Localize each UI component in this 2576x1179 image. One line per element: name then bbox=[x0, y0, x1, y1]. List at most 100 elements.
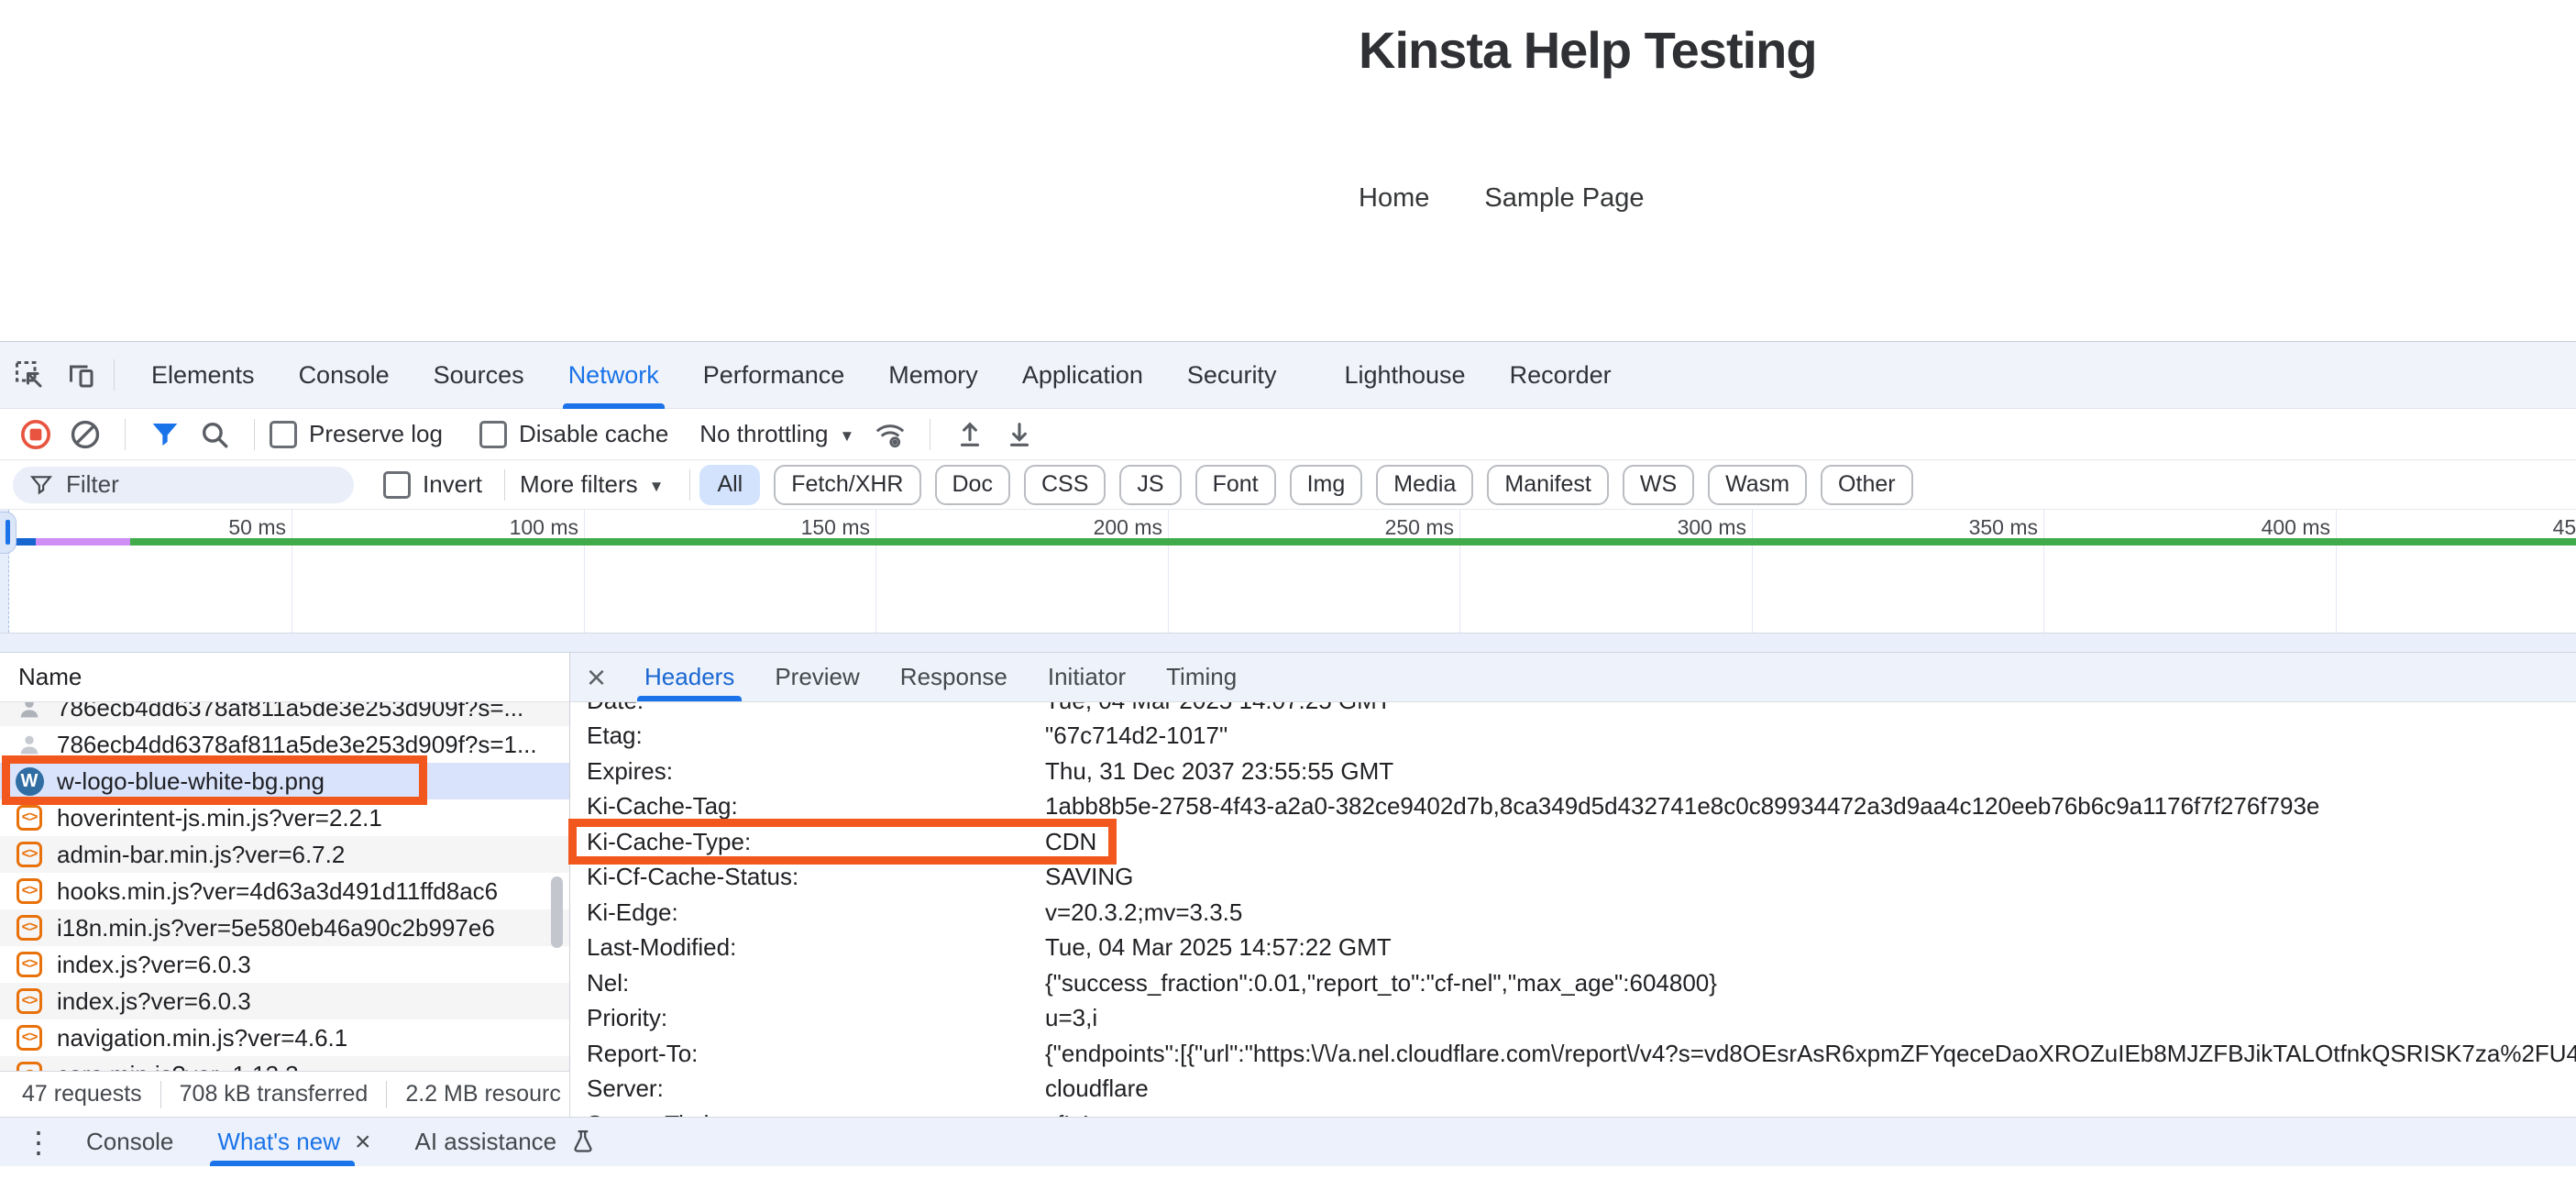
nav-home-link[interactable]: Home bbox=[1359, 183, 1429, 214]
filter-type-media[interactable]: Media bbox=[1376, 464, 1474, 505]
request-row[interactable]: <> navigation.min.js?ver=4.6.1 bbox=[0, 1019, 569, 1056]
active-tab-underline bbox=[562, 402, 665, 409]
header-name: Etag: bbox=[587, 721, 643, 749]
devtools-tab-recorder[interactable]: Recorder bbox=[1488, 342, 1634, 409]
export-har-icon[interactable] bbox=[1001, 416, 1038, 453]
request-name: navigation.min.js?ver=4.6.1 bbox=[57, 1023, 348, 1052]
filter-type-font[interactable]: Font bbox=[1194, 464, 1276, 505]
close-whats-new-icon[interactable]: × bbox=[355, 1127, 371, 1158]
devtools-tab-memory[interactable]: Memory bbox=[866, 342, 1000, 409]
drawer-tab-ai-assistance[interactable]: AI assistance bbox=[415, 1118, 598, 1166]
import-har-icon[interactable] bbox=[952, 416, 988, 453]
request-name: hooks.min.js?ver=4d63a3d491d11ffd8ac6 bbox=[57, 876, 499, 905]
devtools-tab-application[interactable]: Application bbox=[1000, 342, 1165, 409]
invert-label: Invert bbox=[423, 470, 483, 498]
devtools-tab-lighthouse[interactable]: Lighthouse bbox=[1322, 342, 1487, 409]
resources-size: 2.2 MB resourc bbox=[405, 1081, 561, 1107]
devtools-tab-console[interactable]: Console bbox=[277, 342, 412, 409]
device-toolbar-icon[interactable] bbox=[62, 357, 99, 393]
tab-label: Network bbox=[567, 360, 659, 389]
timeline-tick-label: 250 ms bbox=[1384, 515, 1454, 539]
request-row[interactable]: <> core.min.js?ver=1.13.3 bbox=[0, 1056, 569, 1071]
request-row-clipped[interactable]: 786ecb4dd6378af811a5de3e253d909f?s=... bbox=[0, 702, 569, 726]
network-overview-timeline[interactable]: 50 ms 100 ms 150 ms 200 ms 250 ms 300 ms… bbox=[0, 510, 2576, 634]
request-list-scrollbar[interactable] bbox=[551, 876, 563, 948]
devtools-tab-network[interactable]: Network bbox=[546, 342, 681, 409]
request-row[interactable]: <> admin-bar.min.js?ver=6.7.2 bbox=[0, 836, 569, 873]
tab-label: Application bbox=[1021, 360, 1143, 389]
details-tab-response[interactable]: Response bbox=[880, 653, 1028, 701]
script-file-icon: <> bbox=[15, 913, 44, 942]
filter-type-all[interactable]: All bbox=[699, 464, 761, 505]
clear-network-log-icon[interactable] bbox=[67, 416, 104, 453]
more-filters-button[interactable]: More filters bbox=[520, 470, 638, 499]
network-toolbar: Preserve log Disable cache No throttling… bbox=[0, 409, 2576, 460]
name-column-header[interactable]: Name bbox=[0, 653, 570, 702]
response-header-row: Priority: u=3,i bbox=[570, 999, 1097, 1036]
request-details-panel: × Headers Preview Response Initiator Tim… bbox=[570, 653, 2576, 1137]
devtools-tab-performance[interactable]: Performance bbox=[681, 342, 867, 409]
preserve-log-label: Preserve log bbox=[309, 420, 443, 447]
filter-type-fetch-xhr[interactable]: Fetch/XHR bbox=[774, 464, 921, 505]
devtools-tab-security[interactable]: Security bbox=[1165, 342, 1299, 409]
details-tab-headers[interactable]: Headers bbox=[624, 653, 754, 701]
request-row[interactable]: <> index.js?ver=6.0.3 bbox=[0, 946, 569, 983]
request-row[interactable]: <> index.js?ver=6.0.3 bbox=[0, 983, 569, 1019]
details-tab-initiator[interactable]: Initiator bbox=[1028, 653, 1146, 701]
request-row[interactable]: <> hooks.min.js?ver=4d63a3d491d11ffd8ac6 bbox=[0, 873, 569, 909]
header-value: {"success_fraction":0.01,"report_to":"cf… bbox=[1045, 968, 1717, 997]
timeline-tick-label: 50 ms bbox=[228, 515, 286, 539]
details-tab-timing[interactable]: Timing bbox=[1146, 653, 1257, 701]
filter-type-wasm[interactable]: Wasm bbox=[1708, 464, 1808, 505]
timeline-tick-label: 150 ms bbox=[800, 515, 870, 539]
throttling-select[interactable]: No throttling bbox=[699, 420, 828, 448]
drawer-menu-icon[interactable]: ⋮ bbox=[24, 1128, 53, 1157]
record-network-log-icon[interactable] bbox=[17, 416, 54, 453]
details-tab-preview[interactable]: Preview bbox=[754, 653, 879, 701]
filter-type-doc[interactable]: Doc bbox=[934, 464, 1010, 505]
drawer-tab-console[interactable]: Console bbox=[86, 1118, 173, 1166]
filmstrip-divider bbox=[0, 633, 2576, 653]
invert-checkbox[interactable] bbox=[383, 470, 411, 499]
requests-count: 47 requests bbox=[22, 1081, 142, 1107]
summary-separator bbox=[386, 1080, 388, 1108]
filter-type-css[interactable]: CSS bbox=[1023, 464, 1106, 505]
filter-icon[interactable] bbox=[147, 416, 183, 453]
devtools-tab-sources[interactable]: Sources bbox=[412, 342, 546, 409]
timeline-tick-label: 300 ms bbox=[1677, 515, 1746, 539]
timeline-gridline bbox=[1752, 510, 1753, 633]
overview-drag-handle[interactable] bbox=[0, 512, 17, 554]
name-column-label: Name bbox=[18, 663, 83, 690]
request-row[interactable]: <> i18n.min.js?ver=5e580eb46a90c2b997e6 bbox=[0, 909, 569, 946]
preserve-log-checkbox[interactable] bbox=[270, 420, 297, 448]
filter-input-pill[interactable] bbox=[13, 466, 354, 503]
devtools-tab-elements[interactable]: Elements bbox=[129, 342, 277, 409]
filter-type-ws[interactable]: WS bbox=[1622, 464, 1695, 505]
tab-label: Memory bbox=[888, 360, 978, 389]
timeline-tick-label: 450 ms bbox=[2552, 515, 2576, 539]
tabbar-separator bbox=[114, 359, 115, 391]
filter-type-manifest[interactable]: Manifest bbox=[1487, 464, 1609, 505]
disable-cache-checkbox[interactable] bbox=[479, 420, 507, 448]
drawer-tab-whats-new[interactable]: What's new × bbox=[210, 1118, 371, 1166]
nav-sample-page-link[interactable]: Sample Page bbox=[1484, 183, 1644, 214]
header-name: Report-To: bbox=[587, 1039, 699, 1067]
header-value: 1abb8b5e-2758-4f43-a2a0-382ce9402d7b,8ca… bbox=[1045, 791, 2320, 820]
filter-type-js[interactable]: JS bbox=[1119, 464, 1182, 505]
network-conditions-icon[interactable] bbox=[872, 416, 908, 453]
filter-type-img[interactable]: Img bbox=[1289, 464, 1363, 505]
annotation-box-ki-cache-type bbox=[568, 819, 1117, 865]
filter-input[interactable] bbox=[64, 469, 325, 500]
avatar-file-icon bbox=[15, 702, 44, 722]
tab-label: Elements bbox=[151, 360, 255, 389]
header-name: Ki-Edge: bbox=[587, 898, 678, 926]
inspect-element-icon[interactable] bbox=[11, 357, 48, 393]
active-tab-underline bbox=[210, 1161, 355, 1166]
tab-label: Initiator bbox=[1047, 663, 1127, 690]
close-details-icon[interactable]: × bbox=[587, 660, 606, 694]
filter-type-other[interactable]: Other bbox=[1821, 464, 1913, 505]
tab-label: Security bbox=[1186, 360, 1277, 389]
request-row[interactable]: <> hoverintent-js.min.js?ver=2.2.1 bbox=[0, 799, 569, 836]
transferred-size: 708 kB transferred bbox=[179, 1081, 369, 1107]
search-icon[interactable] bbox=[196, 416, 233, 453]
